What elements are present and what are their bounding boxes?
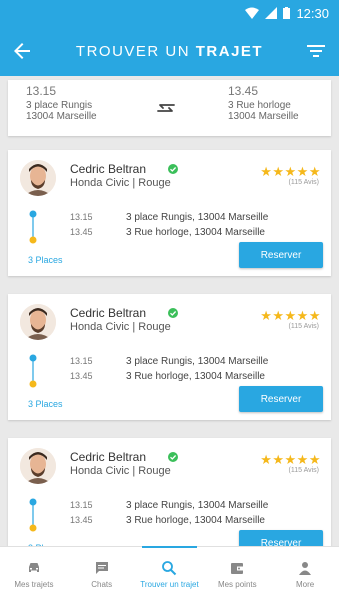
wifi-icon — [245, 7, 260, 19]
verified-icon — [168, 308, 178, 318]
nav-label: Chats — [91, 580, 113, 589]
nav-tab-trouver-un-trajet[interactable]: Trouver un trajet — [136, 546, 204, 602]
depart-time: 13.15 — [70, 212, 93, 222]
nav-tab-chats[interactable]: Chats — [68, 547, 136, 602]
status-time: 12:30 — [296, 5, 329, 21]
route-timeline-icon — [29, 210, 37, 244]
battery-icon — [283, 7, 291, 19]
rating-stars: ★★★★★ — [260, 452, 321, 467]
wallet-icon — [231, 563, 244, 574]
nav-label: Mes trajets — [14, 580, 54, 589]
page-title-prefix: TROUVER UN — [75, 42, 191, 60]
reserve-button[interactable]: Reserver — [239, 386, 323, 412]
signal-icon — [265, 7, 278, 19]
search-icon — [162, 561, 177, 576]
car-info: Honda Civic | Rouge — [70, 465, 171, 477]
driver-avatar-icon — [20, 160, 56, 196]
route-from: 13.15 3 place Rungis 13004 Marseille — [26, 84, 97, 122]
driver-name: Cedric Beltran — [70, 162, 147, 176]
car-info: Honda Civic | Rouge — [70, 321, 171, 333]
swap-icon[interactable] — [154, 96, 178, 120]
back-arrow-icon[interactable] — [10, 39, 34, 63]
page-title: TROUVER UN TRAJET — [0, 43, 339, 60]
car-color: Rouge — [138, 321, 171, 333]
nav-tab-mes-trajets[interactable]: Mes trajets — [0, 547, 68, 602]
depart-address: 3 place Rungis, 13004 Marseille — [126, 212, 269, 223]
verified-icon — [168, 164, 178, 174]
available-places: 3 Places — [28, 255, 63, 265]
depart-time: 13.15 — [70, 356, 93, 366]
page-title-bold: TRAJET — [195, 42, 264, 60]
nav-label: More — [295, 580, 315, 589]
car-color: Rouge — [138, 465, 171, 477]
verified-icon — [168, 452, 178, 462]
ride-card[interactable]: Cedric Beltran Honda Civic | Rouge ★★★★★… — [8, 150, 331, 276]
app-bar: TROUVER UN TRAJET — [0, 26, 339, 76]
route-timeline-icon — [29, 354, 37, 388]
review-count: (115 Avis) — [288, 179, 319, 186]
review-count: (115 Avis) — [288, 323, 319, 330]
rating-stars: ★★★★★ — [260, 308, 321, 323]
filter-icon[interactable] — [305, 40, 327, 62]
route-from-time: 13.15 — [26, 84, 57, 98]
available-places: 3 Places — [28, 399, 63, 409]
driver-avatar-icon — [20, 304, 56, 340]
depart-address: 3 place Rungis, 13004 Marseille — [126, 356, 269, 367]
bottom-nav: Mes trajets Chats Trouver un trajet Mes … — [0, 546, 339, 602]
depart-address: 3 place Rungis, 13004 Marseille — [126, 500, 269, 511]
ride-card[interactable]: Cedric Beltran Honda Civic | Rouge ★★★★★… — [8, 294, 331, 420]
nav-tab-more[interactable]: More — [271, 547, 339, 602]
rating-stars: ★★★★★ — [260, 164, 321, 179]
review-count: (115 Avis) — [288, 467, 319, 474]
route-summary[interactable]: 13.15 3 place Rungis 13004 Marseille 13.… — [8, 80, 331, 136]
arrive-address: 3 Rue horloge, 13004 Marseille — [126, 371, 265, 382]
route-to-street: 3 Rue horloge — [228, 100, 291, 111]
route-to: 13.45 3 Rue horloge 13004 Marseille — [228, 84, 299, 122]
car-model: Honda Civic — [70, 177, 130, 189]
depart-time: 13.15 — [70, 500, 93, 510]
avatar — [20, 160, 56, 196]
reserve-button[interactable]: Reserver — [239, 242, 323, 268]
car-color: Rouge — [138, 177, 171, 189]
route-to-time: 13.45 — [228, 84, 259, 98]
nav-label: Mes points — [217, 580, 257, 589]
arrive-address: 3 Rue horloge, 13004 Marseille — [126, 515, 265, 526]
route-to-city: 13004 Marseille — [228, 111, 299, 122]
car-model: Honda Civic — [70, 465, 130, 477]
route-from-street: 3 place Rungis — [26, 100, 93, 111]
chat-icon — [95, 562, 108, 574]
arrive-address: 3 Rue horloge, 13004 Marseille — [126, 227, 265, 238]
avatar — [20, 304, 56, 340]
driver-avatar-icon — [20, 448, 56, 484]
status-bar: 12:30 — [0, 0, 339, 26]
route-from-city: 13004 Marseille — [26, 111, 97, 122]
car-info: Honda Civic | Rouge — [70, 177, 171, 189]
car-icon — [28, 563, 39, 572]
arrive-time: 13.45 — [70, 227, 93, 237]
person-icon — [299, 562, 312, 575]
nav-label: Trouver un trajet — [140, 580, 199, 589]
driver-name: Cedric Beltran — [70, 306, 147, 320]
driver-name: Cedric Beltran — [70, 450, 147, 464]
arrive-time: 13.45 — [70, 515, 93, 525]
route-timeline-icon — [29, 498, 37, 532]
avatar — [20, 448, 56, 484]
nav-tab-mes-points[interactable]: Mes points — [203, 547, 271, 602]
car-model: Honda Civic — [70, 321, 130, 333]
arrive-time: 13.45 — [70, 371, 93, 381]
